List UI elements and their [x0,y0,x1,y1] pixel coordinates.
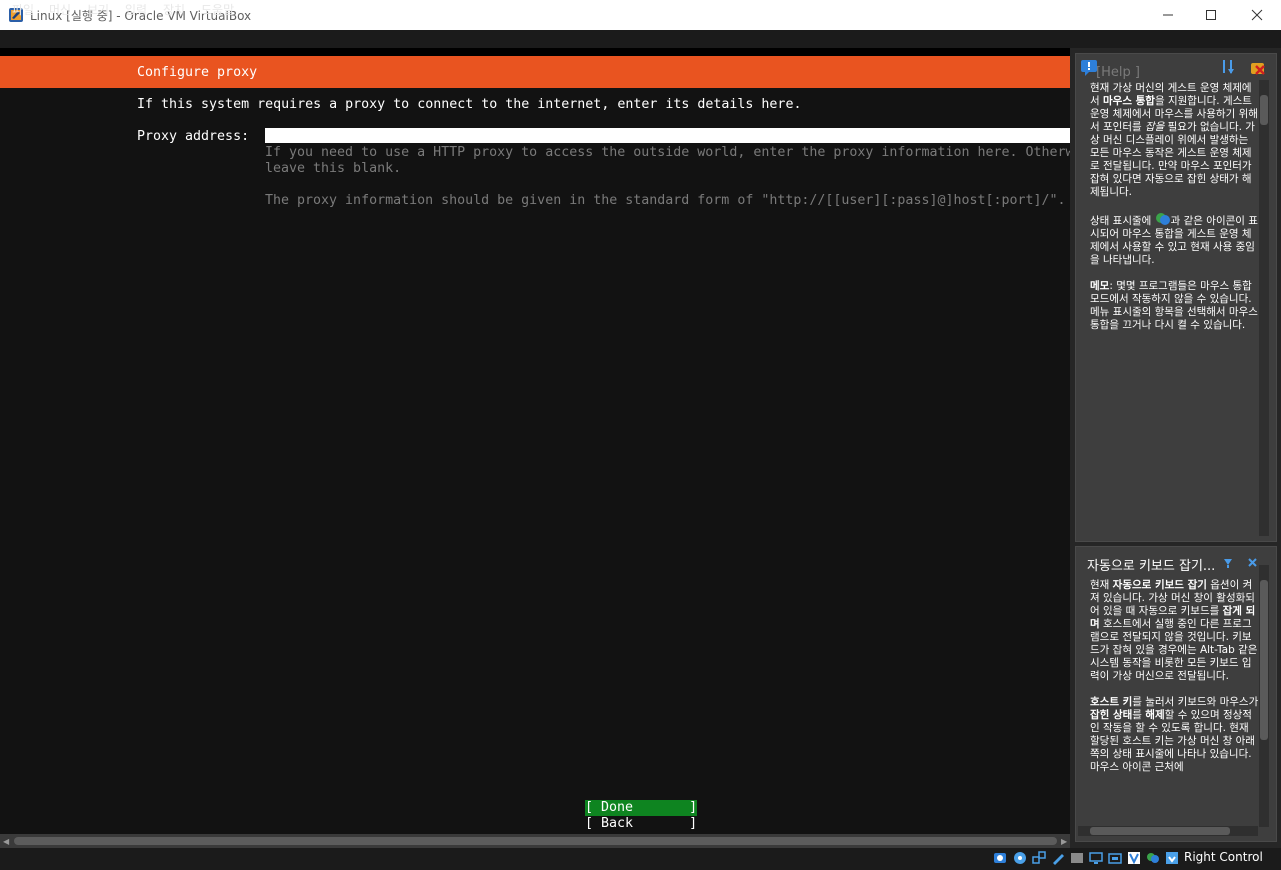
mouse-panel-scrollbar-thumb[interactable] [1260,95,1268,125]
collapse-notice-icon[interactable] [1222,557,1234,569]
usb-icon[interactable] [1051,851,1065,865]
maximize-icon [1206,10,1216,20]
minimize-button[interactable] [1145,0,1191,30]
proxy-address-input[interactable] [265,128,1070,143]
keyboard-panel-scrollbar-thumb[interactable] [1260,580,1268,740]
menu-machine[interactable]: 머신 [49,1,71,18]
proxy-format-hint: The proxy information should be given in… [265,193,1066,208]
text-segment: 호스트에서 실행 중인 다른 프로그램으로 전달되지 않을 것입니다. 키보드가… [1090,618,1258,682]
text-segment: 상태 표시줄에 [1090,215,1155,227]
proxy-hint-line2: leave this blank. [265,161,402,176]
text-segment: 자동으로 키보드 잡기 [1112,579,1207,591]
scroll-left-icon[interactable]: ◀ [3,837,9,846]
network-icon[interactable] [1032,851,1046,865]
text-segment: 마우스 통합 [1103,95,1155,107]
optical-drive-icon[interactable] [1013,851,1027,865]
clear-notifications-icon[interactable] [1250,60,1266,76]
virtualization-icon[interactable] [1127,851,1141,865]
text-segment: 잡을 [1144,121,1165,133]
keyboard-notice-title: 자동으로 키보드 잡기... [1087,559,1216,574]
menu-devices[interactable]: 장치 [163,1,185,18]
maximize-button[interactable] [1188,0,1234,30]
hard-disk-icon[interactable] [993,851,1007,865]
text-segment: : 몇몇 프로그램들은 마우스 통합 모드에서 작동하지 않을 수 있습니다. … [1090,280,1258,331]
horizontal-scrollbar-thumb[interactable] [14,837,1057,845]
intro-text: If this system requires a proxy to conne… [137,97,802,112]
vm-console [0,56,1070,834]
sort-notifications-icon[interactable] [1220,59,1236,75]
text-segment: 해제 [1145,709,1165,721]
close-button[interactable] [1234,0,1280,30]
text-segment: 호스트 키 [1090,696,1133,708]
text-segment: 잡힌 상태 [1090,709,1133,721]
back-button[interactable]: [ Back ] [585,816,697,832]
minimize-icon [1163,14,1173,16]
close-icon [1251,9,1263,21]
text-segment: 를 눌러서 키보드와 마우스가 [1132,696,1259,708]
host-key-label: Right Control [1184,850,1263,864]
mouse-panel-scrollbar[interactable] [1259,80,1269,536]
shared-folder-icon[interactable] [1070,851,1084,865]
panel-partial-title: [Help ] [1096,65,1140,80]
text-segment: 메모 [1090,280,1110,292]
notification-info-icon [1081,60,1097,76]
menu-input[interactable]: 입력 [125,1,147,18]
text-segment: 현재 [1090,579,1113,591]
scroll-right-icon[interactable]: ▶ [1061,837,1067,846]
installer-title: Configure proxy [137,65,258,80]
menu-file[interactable]: 파일 [12,1,34,18]
keyboard-capture-text: 현재 자동으로 키보드 잡기 옵션이 켜져 있습니다. 가상 머신 창이 활성화… [1090,579,1260,827]
text-segment: 를 [1132,709,1146,721]
recording-icon[interactable] [1108,851,1122,865]
display-icon[interactable] [1089,851,1103,865]
menu-view[interactable]: 보기 [87,1,109,18]
keyboard-capture-status-icon[interactable] [1165,851,1179,865]
vm-display[interactable]: Configure proxy If this system requires … [0,48,1070,834]
mouse-integration-status-icon[interactable] [1146,851,1160,865]
menu-help[interactable]: 도움말 [201,1,234,18]
proxy-hint-line1: If you need to use a HTTP proxy to acces… [265,145,1070,160]
mouse-integration-icon [1155,213,1170,225]
done-button[interactable]: [ Done ] [585,800,697,816]
mouse-integration-text: 현재 가상 머신의 게스트 운영 체제에서 마우스 통합을 지원합니다. 게스트… [1090,82,1260,345]
close-notice-icon[interactable] [1247,557,1258,568]
menu-bar [0,30,1281,48]
proxy-address-label: Proxy address: [137,129,250,144]
keyboard-panel-hscrollbar-thumb[interactable] [1090,827,1230,835]
